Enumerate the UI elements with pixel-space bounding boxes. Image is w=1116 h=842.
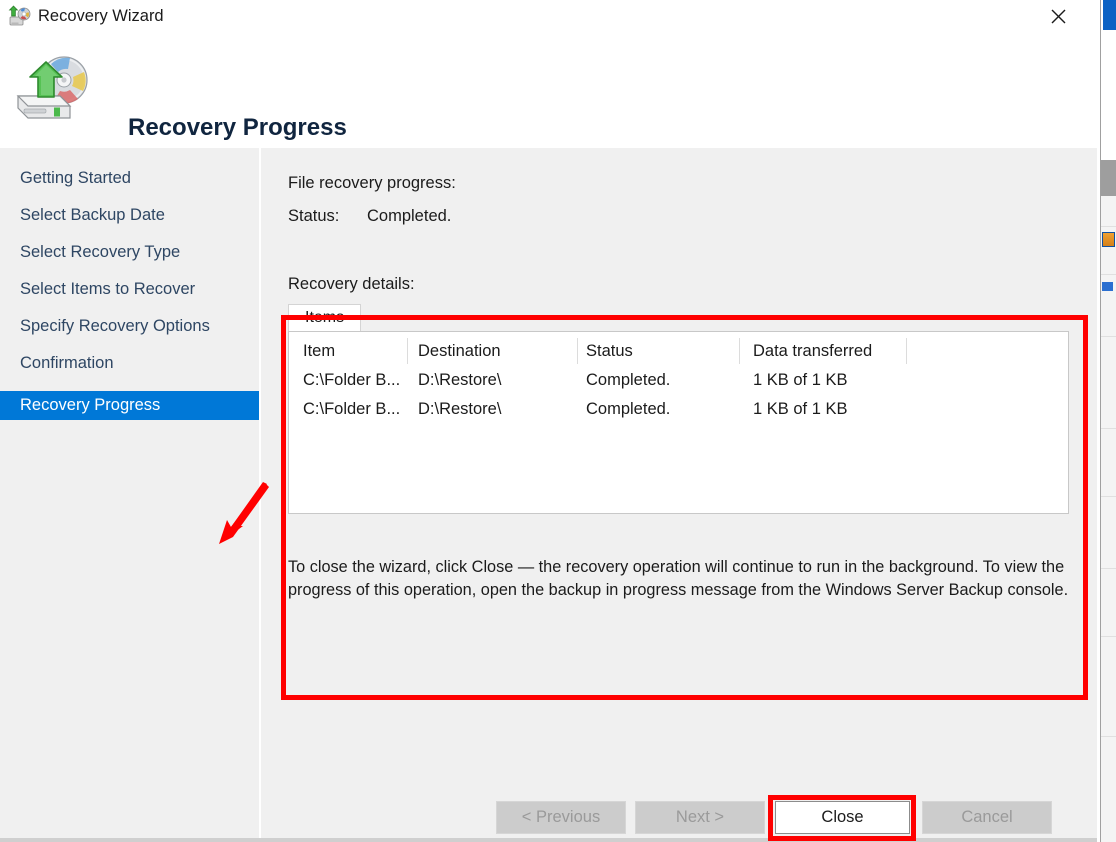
table-header-destination[interactable]: Destination [418,342,501,361]
table-row[interactable]: D:\Restore\ [418,371,501,390]
column-separator [906,338,907,364]
table-row[interactable]: Completed. [586,371,670,390]
column-separator [577,338,578,364]
tab-items[interactable]: Items [288,304,362,331]
tab-strip: Items [288,304,1069,332]
next-button[interactable]: Next > [635,801,765,834]
button-bar-sidebar-area [0,788,259,842]
sidebar-item-label: Getting Started [20,169,131,187]
title-bar: Recovery Wizard [0,0,1097,32]
bottom-separator [0,838,1097,842]
sidebar-item-label: Select Items to Recover [20,280,196,298]
sidebar-item-label: Select Recovery Type [20,243,181,261]
background-row-divider [1101,636,1116,637]
background-window-toolbar-area [1101,30,1116,135]
background-folder-icon [1102,232,1115,247]
table-row[interactable]: 1 KB of 1 KB [753,371,847,390]
table-header-item[interactable]: Item [303,342,335,361]
wizard-body: Getting Started Select Backup Date Selec… [0,148,1097,788]
table-header-status[interactable]: Status [586,342,633,361]
status-value: Completed. [367,207,452,225]
table-row[interactable]: 1 KB of 1 KB [753,400,847,419]
sidebar-item-label: Confirmation [20,354,114,372]
background-row-divider [1101,496,1116,497]
table-row[interactable]: C:\Folder B... [303,371,400,390]
background-row-divider [1101,428,1116,429]
recovery-items-table[interactable]: Item Destination Status Data transferred… [288,331,1069,514]
status-label: Status: [288,207,340,225]
background-row-divider [1101,336,1116,337]
cancel-button[interactable]: Cancel [922,801,1052,834]
column-separator [407,338,408,364]
disk-restore-icon [8,50,98,124]
sidebar-item-specify-recovery-options[interactable]: Specify Recovery Options [0,312,259,341]
sidebar-item-recovery-progress[interactable]: Recovery Progress [0,391,259,420]
recovery-wizard-icon [8,4,32,28]
sidebar-item-select-backup-date[interactable]: Select Backup Date [0,201,259,230]
recovery-details-label: Recovery details: [288,275,415,293]
wizard-steps-sidebar: Getting Started Select Backup Date Selec… [0,148,259,788]
sidebar-item-label: Recovery Progress [20,396,161,414]
previous-button[interactable]: < Previous [496,801,626,834]
background-row-divider [1101,274,1116,275]
sidebar-item-confirmation[interactable]: Confirmation [0,349,259,378]
button-bar-divider [259,788,261,838]
sidebar-item-select-recovery-type[interactable]: Select Recovery Type [0,238,259,267]
table-header-data-transferred[interactable]: Data transferred [753,342,872,361]
window-title: Recovery Wizard [38,7,164,25]
file-recovery-progress-label: File recovery progress: [288,174,456,192]
recovery-wizard-window: Recovery Wizard Recovery Progress Gettin… [0,0,1097,842]
page-title: Recovery Progress [128,114,347,141]
background-row-divider [1101,736,1116,737]
sidebar-item-label: Select Backup Date [20,206,165,224]
column-separator [739,338,740,364]
sidebar-item-select-items-to-recover[interactable]: Select Items to Recover [0,275,259,304]
background-window-list [1101,196,1116,842]
background-item-icon [1102,282,1113,291]
table-row[interactable]: Completed. [586,400,670,419]
sidebar-item-getting-started[interactable]: Getting Started [0,164,259,193]
sidebar-item-label: Specify Recovery Options [20,317,210,335]
content-panel: File recovery progress: Status: Complete… [261,148,1097,788]
background-window-titlebar [1103,0,1116,30]
wizard-note-text: To close the wizard, click Close — the r… [288,558,1069,599]
wizard-button-bar: < Previous Next > Close Cancel [0,788,1097,842]
table-row[interactable]: C:\Folder B... [303,400,400,419]
background-row-divider [1101,226,1116,227]
close-icon[interactable] [1035,0,1081,32]
background-window-sliver[interactable] [1097,0,1116,842]
page-header: Recovery Progress [0,32,1097,148]
background-row-divider [1101,568,1116,569]
background-window-selected-row [1101,160,1116,196]
close-button[interactable]: Close [775,801,910,834]
table-row[interactable]: D:\Restore\ [418,400,501,419]
